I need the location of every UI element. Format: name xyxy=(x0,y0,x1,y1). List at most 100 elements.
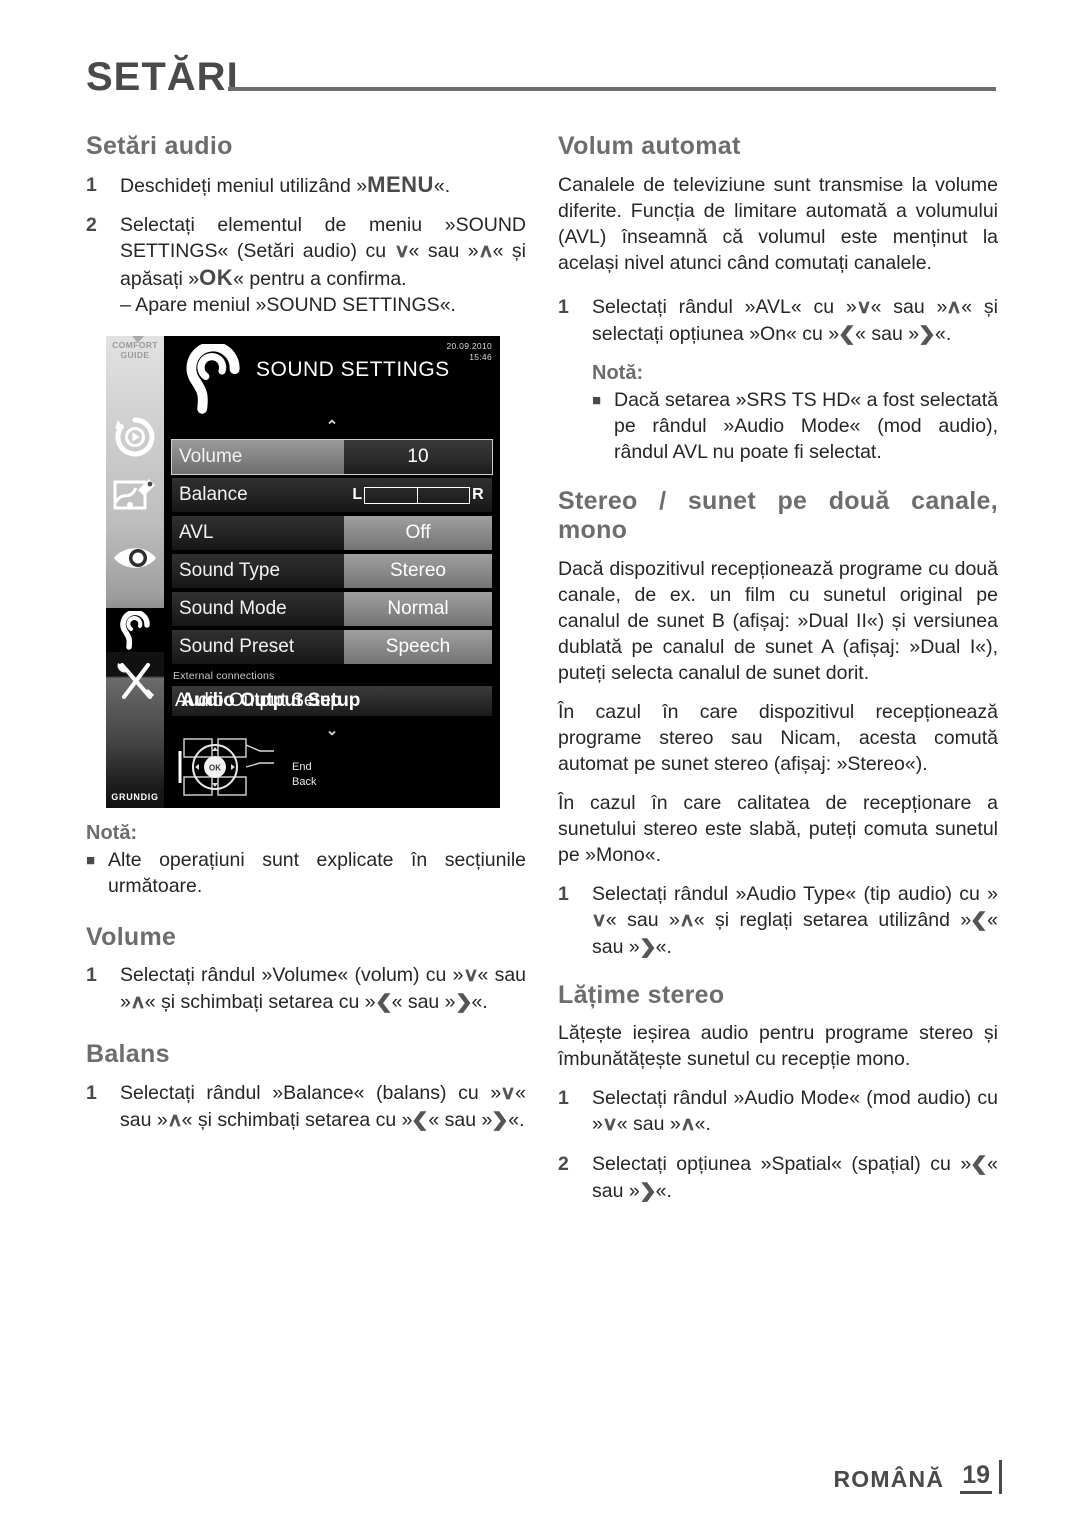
arrow-key-icon: ∨ xyxy=(590,909,607,931)
hint-end: End xyxy=(292,761,312,773)
balance-bar xyxy=(364,486,471,504)
text-run: Selectați rândul »Balance« (balans) cu » xyxy=(120,1081,502,1104)
navigation-hints: End Back xyxy=(292,760,316,790)
arrow-key-icon: ∨ xyxy=(601,1114,618,1135)
step-text: Selectați rândul »Balance« (balans) cu »… xyxy=(120,1080,526,1134)
arrow-key-icon: ❯ xyxy=(454,992,473,1013)
step-number: 1 xyxy=(558,882,569,905)
menu-row-label: Sound Type xyxy=(179,560,281,581)
tv-menu-screenshot: COMFORT GUIDE GRUNDIG SOUND SETTINGS 20.… xyxy=(106,336,500,808)
step-number: 1 xyxy=(558,295,569,318)
date-text: 20.09.2010 xyxy=(446,341,492,351)
text-run: « sau » xyxy=(408,239,479,262)
text-run: « pentru a confirma. xyxy=(233,267,407,290)
arrow-key-icon: ∨ xyxy=(500,1082,517,1104)
key-label: OK xyxy=(199,264,234,290)
chevron-down-icon[interactable]: ⌄ xyxy=(326,723,339,738)
manual-page: SETĂRI Setări audio 1 Deschideți meniul … xyxy=(0,0,1080,1532)
stereo-width-paragraph: Lățește ieșirea audio pentru programe st… xyxy=(558,1022,998,1070)
arrow-key-icon: ∧ xyxy=(678,909,695,931)
note-bullet-text: Dacă setarea »SRS TS HD« a fost selectat… xyxy=(614,388,998,463)
menu-row-label: Sound Mode xyxy=(179,598,287,619)
step-item: 1 Deschideți meniul utilizând »MENU«. xyxy=(86,172,526,199)
chevron-down-icon xyxy=(132,336,144,343)
menu-row-value: Speech xyxy=(344,630,492,664)
step-text: Selectați rândul »Audio Mode« (mod audio… xyxy=(592,1085,998,1138)
menu-row-balance[interactable]: Balance L R xyxy=(172,478,492,512)
text-run: Deschideți meniul utilizând » xyxy=(120,174,368,197)
step-text: Selectați rândul »AVL« cu »∨« sau »∧« și… xyxy=(592,294,998,348)
step-number: 1 xyxy=(558,1087,569,1109)
text-run: « și schimbați setarea cu » xyxy=(144,991,376,1013)
menu-row-value: 10 xyxy=(344,440,492,474)
ok-navigation-pad-icon: OK xyxy=(178,737,286,804)
datetime-display: 20.09.2010 15:46 xyxy=(446,341,492,363)
menu-row-volume[interactable]: Volume 10 xyxy=(171,439,493,475)
arrow-key-icon: ❯ xyxy=(638,1181,657,1202)
arrow-key-icon: ❯ xyxy=(491,1109,510,1131)
stereo-paragraph-2: În cazul în care dispozitivul recepțione… xyxy=(558,700,998,775)
auto-volume-paragraph: Canalele de televiziune sunt transmise l… xyxy=(558,173,998,274)
footer-rule xyxy=(999,1460,1002,1494)
menu-row-sound-preset[interactable]: Sound Preset Speech xyxy=(172,630,492,664)
text-run: « sau » xyxy=(616,1113,681,1135)
menu-section-label: External connections xyxy=(173,670,275,682)
balance-slider[interactable]: L R xyxy=(344,478,492,512)
arrow-key-icon: ∧ xyxy=(129,992,146,1013)
page-header: SETĂRI xyxy=(86,52,1006,102)
ear-icon xyxy=(106,611,164,651)
menu-row-avl[interactable]: AVL Off xyxy=(172,516,492,550)
text-run: « și reglați setarea utilizând » xyxy=(693,908,972,931)
arrow-key-icon: ❯ xyxy=(638,936,657,958)
timeshift-icon[interactable] xyxy=(106,416,164,458)
chevron-up-icon[interactable]: ⌃ xyxy=(326,419,339,434)
step-text: Selectați rândul »Volume« (volum) cu »∨ «… xyxy=(120,962,526,1016)
header-rule xyxy=(228,87,996,91)
menu-rows: Volume 10 Balance L R AVL Off Sound Type… xyxy=(171,439,493,716)
step-item: 1 Selectați rândul »Audio Mode« (mod aud… xyxy=(558,1085,998,1138)
menu-title: SOUND SETTINGS xyxy=(256,358,450,381)
image-settings-icon[interactable] xyxy=(106,476,164,514)
menu-row-label: Volume xyxy=(172,440,344,474)
submenu-label: Audio Output Setup xyxy=(181,690,361,711)
text-run: «. xyxy=(655,935,672,958)
eye-icon[interactable] xyxy=(106,544,164,572)
arrow-key-icon: ∨ xyxy=(855,296,872,318)
menu-row-sound-type[interactable]: Sound Type Stereo xyxy=(172,554,492,588)
time-text: 15:46 xyxy=(469,352,492,362)
arrow-key-icon: ∨ xyxy=(462,965,479,986)
menu-row-audio-output-setup[interactable]: Audio Output Setup Audio Output Setup xyxy=(172,686,492,716)
bullet-square-icon: ■ xyxy=(592,391,602,409)
text-run: « și schimbați setarea cu » xyxy=(181,1108,413,1131)
step-item: 1 Selectați rândul »Volume« (volum) cu »… xyxy=(86,962,526,1016)
menu-row-sound-mode[interactable]: Sound Mode Normal xyxy=(172,592,492,626)
step-item: 1 Selectați rândul »Audio Type« (tip aud… xyxy=(558,881,998,961)
grundig-logo: GRUNDIG xyxy=(111,792,159,802)
page-title: SETĂRI xyxy=(86,55,239,99)
step-item: 1 Selectați rândul »AVL« cu »∨« sau »∧« … xyxy=(558,294,998,348)
arrow-key-icon: ∧ xyxy=(946,296,963,318)
note-bullet-text: Alte operațiuni sunt explicate în secțiu… xyxy=(108,848,526,897)
text-run: «. xyxy=(655,1180,672,1202)
section-heading-audio-settings: Setări audio xyxy=(86,132,233,160)
arrow-key-icon: ∧ xyxy=(679,1114,696,1135)
text-run: «. xyxy=(508,1108,525,1131)
section-heading-stereo-width: Lățime stereo xyxy=(558,980,725,1009)
tools-icon[interactable] xyxy=(106,661,164,703)
arrow-key-icon: ❮ xyxy=(411,1109,430,1131)
arrow-key-icon: ❯ xyxy=(917,323,937,345)
arrow-key-icon: ❮ xyxy=(374,992,393,1013)
footer-page-number: 19 xyxy=(960,1460,992,1494)
page-footer: ROMÂNĂ 19 xyxy=(833,1460,1002,1494)
step-item: 2 Selectați elementul de meniu »SOUND SE… xyxy=(86,212,526,318)
text-run: «. xyxy=(433,174,451,197)
section-heading-auto-volume: Volum automat xyxy=(558,132,741,160)
ear-icon xyxy=(180,341,246,421)
text-run: « sau » xyxy=(428,1108,493,1131)
sidebar-item-sound-selected[interactable] xyxy=(106,608,164,652)
menu-row-value: Off xyxy=(344,516,492,550)
footer-language: ROMÂNĂ xyxy=(833,1466,945,1492)
step-number: 1 xyxy=(86,173,97,196)
section-heading-stereo: Stereo / sunet pe două canale, mono xyxy=(558,486,998,545)
arrow-key-icon: ❮ xyxy=(970,1154,989,1175)
